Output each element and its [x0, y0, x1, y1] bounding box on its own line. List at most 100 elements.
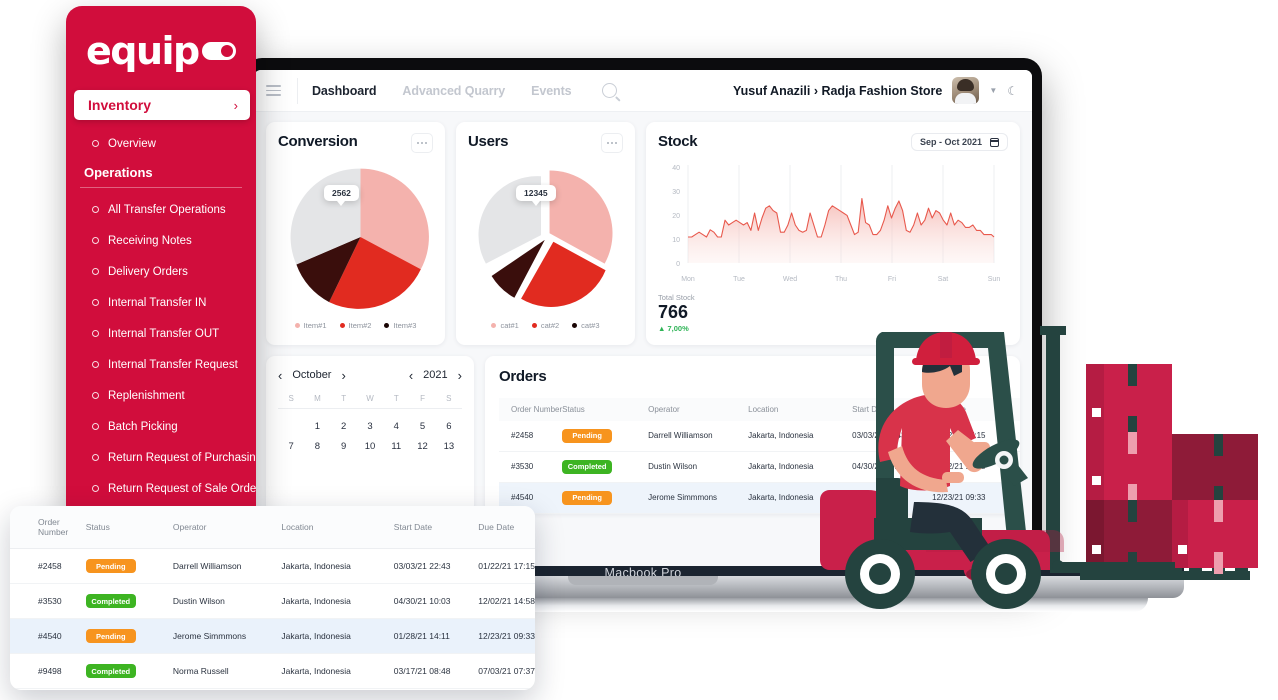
calendar-day[interactable]: 1 — [304, 421, 330, 432]
more-options-icon[interactable] — [411, 133, 433, 153]
svg-text:Thu: Thu — [835, 276, 847, 283]
legend-item: Item#2 — [339, 321, 371, 330]
calendar-day[interactable]: 7 — [278, 441, 304, 452]
users-pie-svg — [478, 170, 613, 307]
cell-due-date: 07/14/21 04:06 — [478, 688, 535, 690]
cell-status: Completed — [85, 653, 173, 689]
sidebar-item-receiving-notes[interactable]: Receiving Notes — [66, 225, 256, 256]
toggle-switch-icon[interactable] — [202, 42, 236, 60]
calendar-day[interactable]: 12 — [409, 441, 435, 452]
column-header-order-number: Order Number — [10, 506, 86, 549]
calendar-day[interactable]: 13 — [436, 441, 462, 452]
cell-order-number: #5004 — [10, 688, 86, 690]
chevron-left-icon[interactable]: ‹ — [409, 368, 413, 383]
chevron-down-icon[interactable]: ▼ — [989, 86, 997, 95]
column-header-status: Status — [562, 397, 649, 421]
conversion-legend: Item#1 Item#2 Item#3 — [278, 321, 433, 330]
svg-text:Tue: Tue — [733, 276, 745, 283]
calendar-card: ‹ October › ‹ 2021 › S M T W T F S 1 2 3… — [266, 355, 474, 514]
sidebar-section-label: Operations — [84, 164, 153, 180]
chevron-right-icon[interactable]: › — [341, 368, 345, 383]
table-row[interactable]: #2458 Pending Darrell Williamson Jakarta… — [10, 548, 535, 584]
calendar-day[interactable]: 8 — [304, 441, 330, 452]
conversion-card: Conversion 2562 Item#1 Item#2 Item#3 — [266, 122, 445, 345]
sidebar-item-return-request-purchasing[interactable]: Return Request of Purchasing — [66, 442, 256, 473]
sidebar-item-internal-transfer-request[interactable]: Internal Transfer Request — [66, 349, 256, 380]
header-divider — [297, 77, 298, 104]
chevron-right-icon[interactable]: › — [458, 368, 462, 383]
calendar-day[interactable]: 5 — [409, 421, 435, 432]
legend-item: cat#1 — [491, 321, 519, 330]
bullet-icon — [92, 361, 99, 368]
legend-item: Item#1 — [294, 321, 327, 330]
bullet-icon — [92, 330, 99, 337]
more-options-icon[interactable] — [601, 133, 623, 153]
table-row[interactable]: #5004 Canceled Regina Bell Jakarta, Indo… — [10, 688, 535, 690]
svg-text:0: 0 — [676, 261, 680, 268]
tab-events[interactable]: Events — [531, 84, 572, 98]
cell-status: Completed — [562, 451, 649, 483]
header-tabs: Dashboard Advanced Quarry Events — [312, 84, 572, 98]
calendar-day[interactable]: 11 — [383, 441, 409, 452]
weekday-label: S — [446, 393, 452, 403]
cell-status: Pending — [562, 420, 649, 452]
calendar-day-grid: 1 2 3 4 5 6 7 8 9 10 11 12 13 — [278, 421, 462, 452]
cell-order-number: #2458 — [10, 548, 86, 584]
header-right-group: Yusuf Anazili › Radja Fashion Store ▼ ☾ — [733, 77, 1018, 104]
users-pie-chart: 12345 — [468, 159, 623, 317]
calendar-day[interactable]: 10 — [357, 441, 383, 452]
sidebar-item-label: Batch Picking — [108, 420, 178, 433]
sidebar-item-return-request-sale-order[interactable]: Return Request of Sale Order — [66, 473, 256, 504]
search-icon[interactable] — [601, 83, 617, 98]
calendar-day[interactable]: 2 — [331, 421, 357, 432]
column-header-location: Location — [281, 506, 394, 549]
conversion-pie-chart: 2562 — [278, 159, 433, 317]
tab-advanced-quarry[interactable]: Advanced Quarry — [402, 84, 505, 98]
hamburger-menu-icon[interactable] — [266, 85, 281, 96]
calendar-day[interactable]: 6 — [436, 421, 462, 432]
forklift-illustration-svg — [820, 326, 1258, 609]
user-avatar[interactable] — [952, 77, 980, 104]
calendar-day[interactable]: 9 — [331, 441, 357, 452]
sidebar-item-inventory[interactable]: Inventory › — [74, 90, 250, 120]
calendar-day[interactable] — [278, 421, 304, 432]
tab-dashboard[interactable]: Dashboard — [312, 84, 376, 98]
weekday-label: F — [420, 393, 425, 403]
legend-label: cat#2 — [540, 321, 560, 330]
sidebar-item-label: Return Request of Sale Order — [108, 482, 256, 495]
table-row[interactable]: #3530 Completed Dustin Wilson Jakarta, I… — [10, 583, 535, 619]
status-badge: Pending — [562, 428, 613, 443]
sidebar-item-internal-transfer-in[interactable]: Internal Transfer IN — [66, 287, 256, 318]
calendar-year-label: 2021 — [423, 369, 448, 382]
users-tooltip: 12345 — [516, 185, 556, 206]
cell-location: Jakarta, Indonesia — [281, 688, 394, 690]
svg-text:10: 10 — [672, 237, 680, 244]
cell-location: Jakarta, Indonesia — [281, 653, 394, 689]
cell-operator: Regina Bell — [172, 688, 282, 690]
screenshot-root: equip Inventory › Overview Operations Al… — [0, 0, 1278, 700]
sidebar-item-label: Internal Transfer Request — [108, 358, 238, 371]
status-badge: Completed — [85, 664, 136, 678]
sidebar-item-replenishment[interactable]: Replenishment — [66, 380, 256, 411]
chevron-left-icon[interactable]: ‹ — [278, 368, 282, 383]
bullet-icon — [92, 268, 99, 275]
weekday-label: M — [314, 393, 321, 403]
app-header: Dashboard Advanced Quarry Events Yusuf A… — [254, 70, 1032, 112]
table-row[interactable]: #9498 Completed Norma Russell Jakarta, I… — [10, 653, 535, 689]
sidebar-item-batch-picking[interactable]: Batch Picking — [66, 411, 256, 442]
chevron-right-icon: › — [233, 97, 238, 113]
floating-orders-table: Order Number Status Operator Location St… — [10, 506, 535, 690]
moon-icon[interactable]: ☾ — [1007, 84, 1018, 98]
table-row[interactable]: #4540 Pending Jerome Simmmons Jakarta, I… — [10, 618, 535, 654]
svg-text:40: 40 — [672, 165, 680, 172]
sidebar-item-all-transfer-operations[interactable]: All Transfer Operations — [66, 194, 256, 225]
date-range-picker[interactable]: Sep - Oct 2021 — [910, 133, 1008, 151]
calendar-day[interactable]: 4 — [383, 421, 409, 432]
cell-due-date: 12/02/21 14:58 — [478, 583, 535, 619]
sidebar-item-delivery-orders[interactable]: Delivery Orders — [66, 256, 256, 287]
calendar-day[interactable]: 3 — [357, 421, 383, 432]
sidebar-item-overview[interactable]: Overview — [66, 128, 256, 159]
stock-card: Stock Sep - Oct 2021 40 30 20 10 0 Mon T… — [646, 122, 1020, 345]
sidebar-item-internal-transfer-out[interactable]: Internal Transfer OUT — [66, 318, 256, 349]
svg-text:Sat: Sat — [938, 276, 949, 283]
